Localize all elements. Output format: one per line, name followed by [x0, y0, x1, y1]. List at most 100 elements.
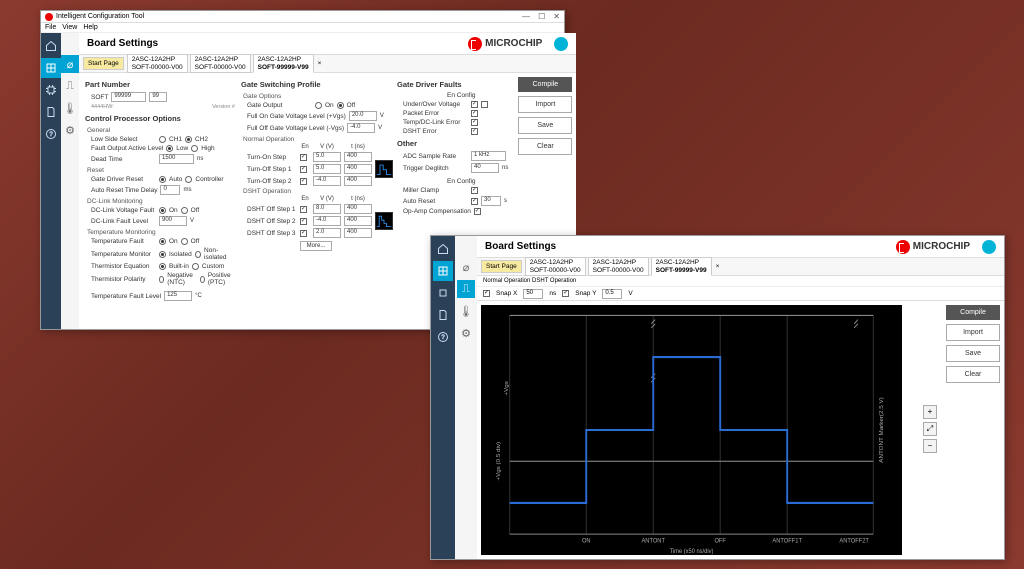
- nav-help-icon-2[interactable]: ?: [433, 327, 453, 347]
- td-input[interactable]: 40: [471, 163, 499, 173]
- status-indicator-2[interactable]: [982, 240, 996, 254]
- waveform-graph[interactable]: ON ANTONT OFF ANTOFF1T ANTOFF2T Time (x5…: [481, 305, 902, 555]
- radio-dclvf-on[interactable]: [159, 207, 166, 214]
- chk-ar[interactable]: [471, 198, 478, 205]
- radio-controller[interactable]: [185, 176, 192, 183]
- chk-d1[interactable]: [300, 206, 307, 213]
- import-button[interactable]: Import: [518, 96, 572, 113]
- tab-start-page[interactable]: Start Page: [83, 57, 124, 70]
- asr-input[interactable]: 1 kHz: [471, 151, 506, 161]
- radio-gout-off[interactable]: [337, 102, 344, 109]
- tempfault-input[interactable]: 125: [164, 291, 192, 301]
- vgs-on-input[interactable]: 20.0: [349, 111, 377, 121]
- minimize-button[interactable]: —: [522, 12, 530, 21]
- d2-v[interactable]: -4.0: [313, 216, 341, 226]
- d3-v[interactable]: 2.0: [313, 228, 341, 238]
- chk-toff1[interactable]: [300, 166, 307, 173]
- radio-auto[interactable]: [159, 176, 166, 183]
- toff2-v[interactable]: -4.0: [313, 176, 341, 186]
- ton-t[interactable]: 400: [344, 152, 372, 162]
- ar-input[interactable]: 30: [481, 196, 501, 206]
- toff1-v[interactable]: 5.0: [313, 164, 341, 174]
- subnav-settings-icon-2[interactable]: ⚙: [457, 324, 475, 342]
- nav-board-icon[interactable]: [41, 58, 61, 78]
- deadtime-input[interactable]: 1500: [159, 154, 194, 164]
- menu-file[interactable]: File: [45, 24, 56, 31]
- tab-board-1[interactable]: 2ASC-12A2HPSOFT-00000-V00: [190, 54, 251, 72]
- nav-home-icon-2[interactable]: [433, 239, 453, 259]
- dcfault-input[interactable]: 900: [159, 216, 187, 226]
- radio-low[interactable]: [166, 145, 173, 152]
- chk-d2[interactable]: [300, 218, 307, 225]
- zoom-reset-button[interactable]: ⤢: [923, 422, 937, 436]
- d1-v[interactable]: 8.0: [313, 204, 341, 214]
- tab-board-0[interactable]: 2ASC-12A2HPSOFT-00000-V00: [127, 54, 188, 72]
- clear-button-2[interactable]: Clear: [946, 366, 1000, 383]
- d2-t[interactable]: 400: [344, 216, 372, 226]
- tab-start-page-2[interactable]: Start Page: [481, 260, 522, 273]
- radio-dclvf-off[interactable]: [181, 207, 188, 214]
- tab-board-0b[interactable]: 2ASC-12A2HPSOFT-00000-V00: [525, 257, 586, 275]
- chk-de[interactable]: [471, 128, 478, 135]
- chk-pkt[interactable]: [471, 110, 478, 117]
- snapy-input[interactable]: 0.5: [602, 289, 622, 299]
- radio-ntc[interactable]: [159, 276, 164, 283]
- subnav-link-icon[interactable]: ⌀: [61, 55, 79, 73]
- chk-oac[interactable]: [474, 208, 481, 215]
- nav-board-icon-2[interactable]: [433, 261, 453, 281]
- subnav-link-icon-2[interactable]: ⌀: [457, 258, 475, 276]
- toff1-t[interactable]: 400: [344, 164, 372, 174]
- nav-chip-icon-2[interactable]: [433, 283, 453, 303]
- radio-builtin[interactable]: [159, 263, 166, 270]
- radio-custom[interactable]: [192, 263, 199, 270]
- close-button[interactable]: ✕: [553, 12, 560, 21]
- subnav-wave-icon[interactable]: ⎍: [61, 77, 79, 95]
- version-input[interactable]: 99: [149, 92, 167, 102]
- chk-toff2[interactable]: [300, 178, 307, 185]
- radio-iso[interactable]: [159, 251, 166, 258]
- snapx-input[interactable]: 50: [523, 289, 543, 299]
- zoom-out-button[interactable]: −: [923, 439, 937, 453]
- chk-d3[interactable]: [300, 230, 307, 237]
- radio-niso[interactable]: [195, 251, 201, 258]
- radio-ch1[interactable]: [159, 136, 166, 143]
- compile-button[interactable]: Compile: [518, 77, 572, 92]
- chk-snapx[interactable]: [483, 290, 490, 297]
- titlebar[interactable]: Intelligent Configuration Tool — ☐ ✕: [41, 11, 564, 23]
- radio-tf-off[interactable]: [181, 238, 188, 245]
- radio-high[interactable]: [191, 145, 198, 152]
- chk-uov[interactable]: [471, 101, 478, 108]
- menu-view[interactable]: View: [62, 24, 77, 31]
- tab-board-2b[interactable]: 2ASC-12A2HPSOFT-99999-V99: [651, 257, 712, 275]
- compile-button-2[interactable]: Compile: [946, 305, 1000, 320]
- chk-snapy[interactable]: [562, 290, 569, 297]
- clear-button[interactable]: Clear: [518, 138, 572, 155]
- subnav-settings-icon[interactable]: ⚙: [61, 121, 79, 139]
- vgs-off-input[interactable]: -4.0: [347, 123, 375, 133]
- radio-ptc[interactable]: [200, 276, 205, 283]
- d3-t[interactable]: 400: [344, 228, 372, 238]
- toff2-t[interactable]: 400: [344, 176, 372, 186]
- save-button-2[interactable]: Save: [946, 345, 1000, 362]
- nav-help-icon[interactable]: ?: [41, 124, 61, 144]
- save-button[interactable]: Save: [518, 117, 572, 134]
- tab-board-1b[interactable]: 2ASC-12A2HPSOFT-00000-V00: [588, 257, 649, 275]
- radio-gout-on[interactable]: [315, 102, 322, 109]
- nav-home-icon[interactable]: [41, 36, 61, 56]
- nav-doc-icon[interactable]: [41, 102, 61, 122]
- cfg-uov[interactable]: [481, 101, 488, 108]
- autoreset-input[interactable]: 0: [160, 185, 180, 195]
- chk-ton[interactable]: [300, 154, 307, 161]
- more-button[interactable]: More...: [300, 241, 333, 251]
- import-button-2[interactable]: Import: [946, 324, 1000, 341]
- status-indicator[interactable]: [554, 37, 568, 51]
- chk-tdc[interactable]: [471, 119, 478, 126]
- subnav-temp-icon[interactable]: 🌡: [61, 99, 79, 117]
- tab-board-2[interactable]: 2ASC-12A2HPSOFT-99999-V99: [253, 54, 314, 72]
- subnav-temp-icon-2[interactable]: 🌡: [457, 302, 475, 320]
- tab-close-icon[interactable]: ×: [318, 60, 322, 67]
- radio-ch2[interactable]: [185, 136, 192, 143]
- d1-t[interactable]: 400: [344, 204, 372, 214]
- partnum-input[interactable]: 99999: [111, 92, 146, 102]
- nav-chip-icon[interactable]: [41, 80, 61, 100]
